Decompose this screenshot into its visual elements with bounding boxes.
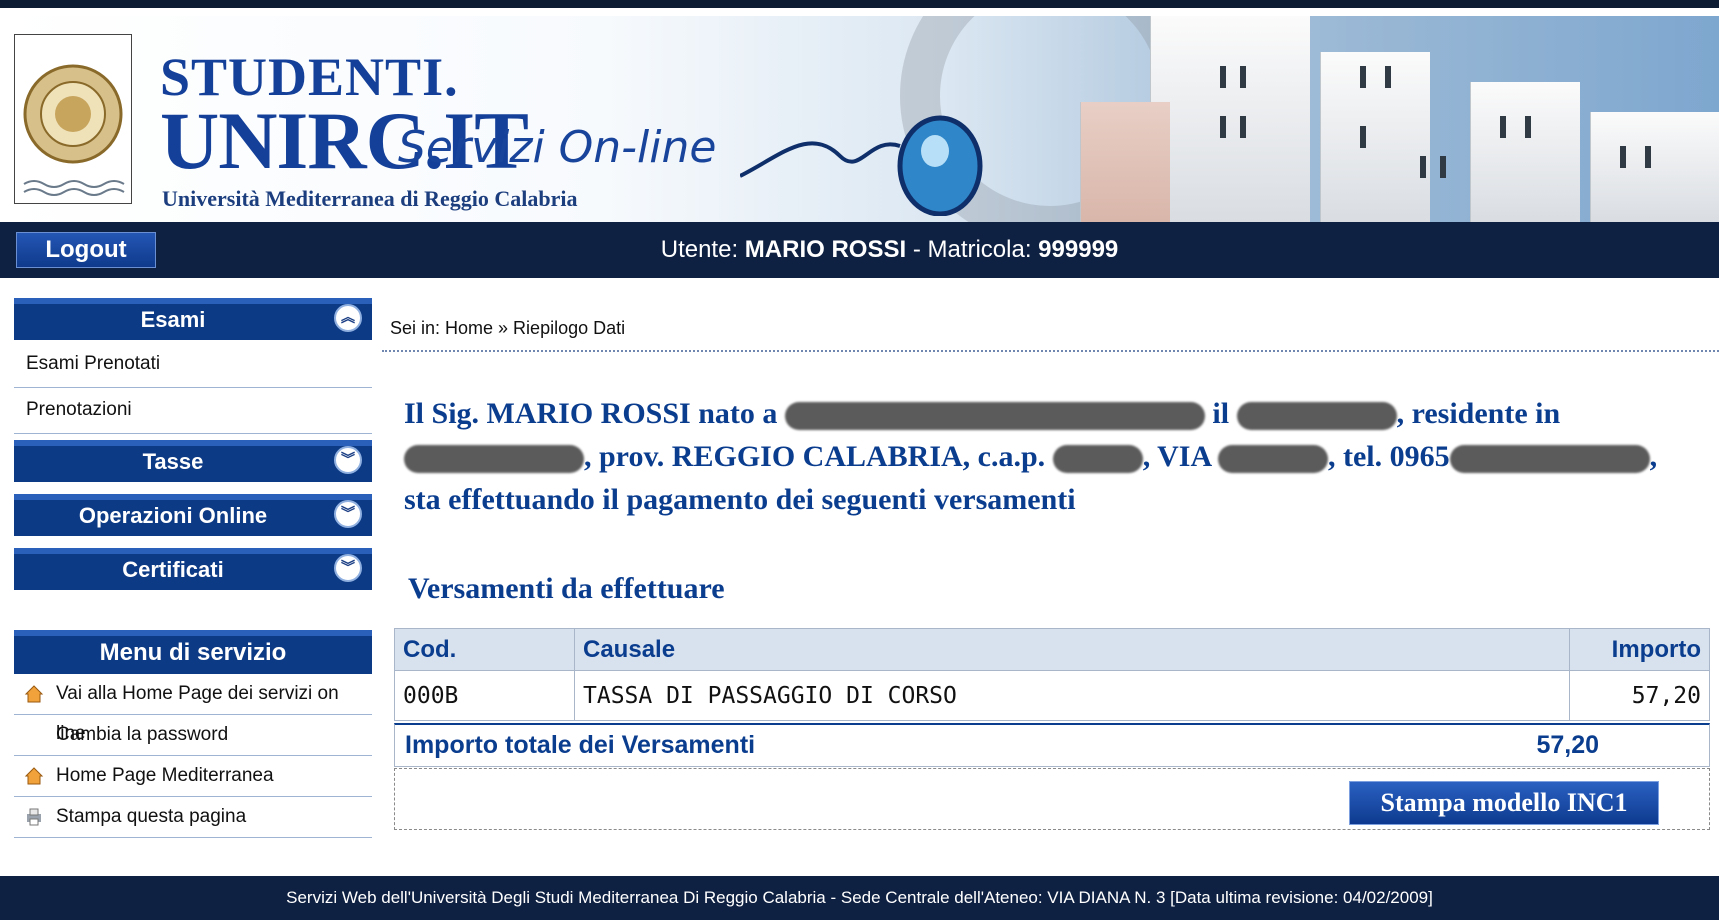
total-row: Importo totale dei Versamenti 57,20: [394, 723, 1710, 767]
banner-window: [1220, 116, 1226, 138]
home-icon: [24, 685, 44, 703]
intro-text: , prov. REGGIO CALABRIA, c.a.p.: [584, 440, 1046, 473]
header-banner: STUDENTI. UNIRC.IT Servizi On-line Unive…: [0, 16, 1719, 222]
intro-text: ,: [1649, 440, 1658, 473]
banner-building: [1470, 82, 1580, 222]
breadcrumb: Sei in: Home » Riepilogo Dati: [390, 318, 626, 338]
column-header-causale: Causale: [574, 628, 1570, 671]
banner-window: [1440, 156, 1446, 178]
redacted-field: [1236, 402, 1397, 431]
sidebar-section-esami[interactable]: Esami ︽: [14, 298, 372, 340]
redacted-field: [404, 445, 584, 474]
user-label: Utente:: [660, 236, 739, 263]
breadcrumb-divider: [382, 350, 1719, 352]
brand-servizi-online: Servizi On-line: [398, 122, 717, 173]
payer-info-paragraph: Il Sig. MARIO ROSSI nato a il , resident…: [404, 392, 1714, 521]
banner-window: [1240, 66, 1246, 88]
user-name: MARIO ROSSI: [744, 236, 907, 263]
payments-section-title: Versamenti da effettuare: [408, 572, 725, 605]
home-icon: [24, 767, 44, 785]
sidebar-section-certificati[interactable]: Certificati ︾: [14, 548, 372, 590]
brand-subtitle: Università Mediterranea di Reggio Calabr…: [162, 186, 578, 211]
banner-window: [1360, 126, 1366, 148]
sidebar-item-prenotazioni[interactable]: Prenotazioni: [14, 388, 372, 434]
column-header-cod: Cod.: [394, 628, 575, 671]
column-header-importo: Importo: [1569, 628, 1710, 671]
sidebar-section-label: Esami: [140, 307, 206, 332]
university-seal-logo: [14, 34, 132, 204]
footer: Servizi Web dell'Università Degli Studi …: [0, 876, 1719, 920]
redacted-field: [1218, 445, 1328, 474]
banner-building: [1080, 102, 1170, 222]
redacted-field: [1449, 445, 1650, 474]
intro-text: il: [1212, 397, 1230, 430]
redacted-field: [784, 402, 1205, 431]
banner-window: [1240, 116, 1246, 138]
print-button-container: Stampa modello INC1: [394, 768, 1710, 830]
intro-text: sta effettuando il pagamento dei seguent…: [404, 483, 1076, 516]
chevron-down-icon[interactable]: ︾: [334, 500, 362, 528]
top-nav-bar: Utente: MARIO ROSSI - Matricola: 999999 …: [0, 222, 1719, 278]
chevron-down-icon[interactable]: ︾: [334, 554, 362, 582]
matricola-value: 999999: [1038, 236, 1119, 263]
service-item-label: Home Page Mediterranea: [56, 765, 274, 786]
user-info: Utente: MARIO ROSSI - Matricola: 999999: [0, 222, 1719, 278]
service-item-label: Stampa questa pagina: [56, 806, 247, 827]
intro-text: , residente in: [1396, 397, 1561, 430]
sidebar-section-operazioni-online[interactable]: Operazioni Online ︾: [14, 494, 372, 536]
sidebar-section-label: Certificati: [122, 557, 224, 582]
banner-window: [1645, 146, 1651, 168]
matricola-label: - Matricola:: [912, 236, 1032, 263]
sidebar: Esami ︽ Esami Prenotati Prenotazioni Tas…: [14, 298, 372, 838]
printer-icon: [27, 808, 41, 826]
banner-window: [1220, 66, 1226, 88]
cell-importo: 57,20: [1569, 670, 1710, 721]
service-item-cambia-password[interactable]: Cambia la password: [14, 715, 372, 756]
total-value: 57,20: [1536, 731, 1599, 759]
banner-building: [1320, 52, 1430, 222]
stampa-modello-button[interactable]: Stampa modello INC1: [1349, 781, 1659, 825]
banner-window: [1360, 66, 1366, 88]
sidebar-section-tasse[interactable]: Tasse ︾: [14, 440, 372, 482]
service-item-label: Cambia la password: [56, 724, 229, 745]
total-label: Importo totale dei Versamenti: [405, 731, 756, 759]
intro-text: , VIA: [1142, 440, 1211, 473]
service-menu-title: Menu di servizio: [14, 630, 372, 674]
sidebar-item-esami-prenotati[interactable]: Esami Prenotati: [14, 342, 372, 388]
table-header-row: Cod. Causale Importo: [394, 628, 1710, 671]
banner-window: [1620, 146, 1626, 168]
service-item-stampa-pagina[interactable]: Stampa questa pagina: [14, 797, 372, 838]
chevron-down-icon[interactable]: ︾: [334, 446, 362, 474]
banner-window: [1525, 116, 1531, 138]
intro-text: Il Sig. MARIO ROSSI nato a: [404, 397, 778, 430]
service-item-home-servizi[interactable]: Vai alla Home Page dei servizi on line: [14, 674, 372, 744]
banner-window: [1500, 116, 1506, 138]
banner-window: [1385, 66, 1391, 88]
sidebar-section-label: Operazioni Online: [78, 503, 268, 528]
mouse-cable-icon: [740, 115, 983, 216]
banner-window: [1420, 156, 1426, 178]
logout-button[interactable]: Logout: [16, 232, 156, 268]
page-frame: STUDENTI. UNIRC.IT Servizi On-line Unive…: [0, 0, 1719, 920]
service-item-home-mediterranea[interactable]: Home Page Mediterranea: [14, 756, 372, 797]
cell-causale: TASSA DI PASSAGGIO DI CORSO: [574, 670, 1570, 721]
banner-building: [1590, 112, 1719, 222]
payments-table: Cod. Causale Importo 000B TASSA DI PASSA…: [394, 628, 1710, 721]
table-row: 000B TASSA DI PASSAGGIO DI CORSO 57,20: [394, 670, 1710, 721]
redacted-field: [1052, 445, 1143, 474]
cell-cod: 000B: [394, 670, 575, 721]
banner-building: [1150, 16, 1310, 222]
chevron-up-icon[interactable]: ︽: [334, 304, 362, 332]
sidebar-section-label: Tasse: [142, 449, 204, 474]
intro-text: , tel. 0965: [1328, 440, 1450, 473]
